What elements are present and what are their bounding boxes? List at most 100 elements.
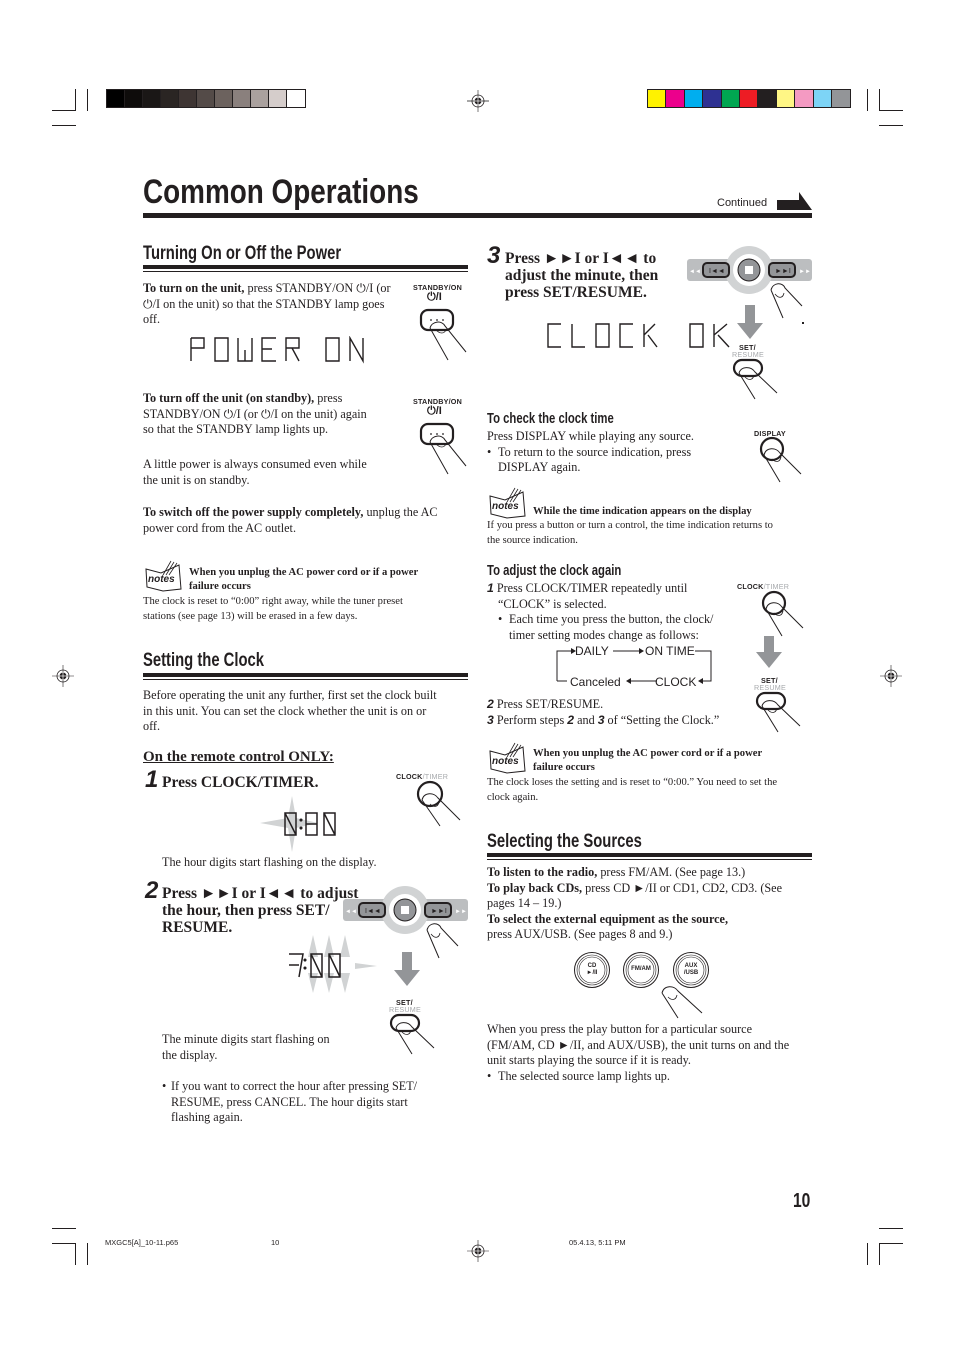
button-label: /USB bbox=[683, 970, 699, 976]
crop-mark bbox=[879, 110, 903, 111]
step-title: Press ►►I or I◄◄ to adjust the minute, t… bbox=[505, 250, 658, 301]
crop-mark bbox=[879, 1243, 880, 1265]
bullet-icon: • bbox=[498, 612, 503, 627]
turn-off-text: STANDBY/ON ⏻/I (or ⏻/I on the unit) agai… bbox=[143, 406, 367, 421]
footer-timestamp: 05.4.13, 5:11 PM bbox=[569, 1238, 626, 1247]
flashing-clock-display-0-00 bbox=[260, 796, 336, 852]
clock-timer-button-press-icon[interactable] bbox=[412, 780, 464, 828]
turn-on-paragraph: To turn on the unit, press STANDBY/ON ⏻/… bbox=[143, 281, 418, 328]
switch-off-lead: To switch off the power supply completel… bbox=[143, 505, 364, 519]
sources-play-line: When you press the play button for a par… bbox=[487, 1022, 752, 1036]
registration-mark-icon bbox=[467, 90, 489, 112]
notes-body-line: The clock is reset to “0:00” right away,… bbox=[143, 596, 403, 607]
adjust-again-steps-2-3: 2 Press SET/RESUME. 3 Perform steps 2 an… bbox=[487, 697, 747, 728]
down-arrow-icon bbox=[737, 305, 763, 339]
continued-arrow-icon bbox=[777, 192, 812, 210]
step-text: of “Setting the Clock.” bbox=[604, 712, 720, 727]
subheading-adjust-again: To adjust the clock again bbox=[487, 563, 622, 579]
bullet-line: Each time you press the button, the cloc… bbox=[509, 612, 714, 627]
display-button-press-icon[interactable] bbox=[756, 436, 808, 484]
turn-off-text: so that the STANDBY lamp lights up. bbox=[143, 422, 329, 437]
svg-text:►►I: ►►I bbox=[431, 908, 447, 915]
step-title-line: RESUME. bbox=[162, 919, 233, 936]
bullet-line: DISPLAY again. bbox=[498, 460, 581, 475]
adjust-again-steps: 1 Press CLOCK/TIMER repeatedly until “CL… bbox=[487, 581, 737, 643]
button-label: CD bbox=[587, 963, 597, 969]
section-rule-thin bbox=[143, 679, 468, 680]
step-ref: 3 bbox=[597, 712, 605, 727]
calibration-swatch bbox=[269, 90, 287, 107]
crop-mark bbox=[52, 1243, 76, 1244]
check-clock-text: Press DISPLAY while playing any source. … bbox=[487, 429, 747, 476]
svg-text:I◄◄: I◄◄ bbox=[709, 268, 725, 275]
fm-am-button[interactable]: FM/AM bbox=[622, 951, 660, 989]
power-symbol-icon: ⏻/I bbox=[427, 405, 442, 417]
crop-mark bbox=[52, 1228, 76, 1229]
crop-mark bbox=[75, 1243, 76, 1265]
svg-text:I◄◄: I◄◄ bbox=[365, 908, 381, 915]
calibration-swatch bbox=[776, 90, 796, 107]
cycle-mode-clock: CLOCK bbox=[655, 675, 697, 689]
calibration-swatch bbox=[795, 90, 814, 107]
notes-title: When you unplug the AC power cord or if … bbox=[189, 566, 418, 593]
calibration-swatch bbox=[758, 90, 777, 107]
cd-play-pause-button[interactable]: CD ►/II bbox=[573, 951, 611, 989]
svg-text:notes: notes bbox=[492, 501, 519, 512]
notes-title: While the time indication appears on the… bbox=[533, 506, 752, 517]
step-text: Press CLOCK/TIMER repeatedly until bbox=[496, 581, 688, 595]
crop-mark bbox=[879, 89, 880, 111]
turn-on-lead: To turn on the unit, bbox=[143, 281, 245, 295]
section-rule bbox=[143, 265, 468, 269]
turn-off-paragraph: To turn off the unit (on standby), press… bbox=[143, 391, 418, 438]
switch-off-paragraph: To switch off the power supply completel… bbox=[143, 505, 468, 536]
notes-body: If you press a button or turn a control,… bbox=[487, 519, 773, 548]
step-text: and bbox=[574, 712, 598, 727]
crop-mark bbox=[75, 89, 76, 111]
turn-on-text: off. bbox=[143, 312, 161, 327]
button-label: ►/II bbox=[586, 970, 598, 976]
down-arrow-icon bbox=[756, 636, 782, 668]
calibration-swatch bbox=[233, 90, 251, 107]
calibration-swatch bbox=[215, 90, 233, 107]
turn-on-text: press STANDBY/ON ⏻/I (or bbox=[244, 281, 391, 295]
section-heading-power: Turning On or Off the Power bbox=[143, 243, 342, 264]
bullet-icon: • bbox=[487, 444, 492, 459]
sources-text: press FM/AM. (See page 13.) bbox=[597, 865, 746, 879]
step-title-line: press SET/RESUME. bbox=[505, 284, 647, 301]
button-label: FM/AM bbox=[631, 966, 651, 972]
step-title: Press CLOCK/TIMER. bbox=[162, 774, 319, 791]
calibration-swatch bbox=[197, 90, 215, 107]
title-rule bbox=[143, 213, 812, 218]
bullet-line: To return to the source indication, pres… bbox=[498, 444, 692, 459]
clock-intro-line: Before operating the unit any further, f… bbox=[143, 688, 437, 702]
calibration-swatch bbox=[813, 90, 832, 107]
step-title-line: Press ►►I or I◄◄ to adjust bbox=[162, 885, 359, 902]
section-rule bbox=[487, 853, 812, 857]
footer-filename: MXGC5[A]_10-11.p65 bbox=[105, 1238, 179, 1247]
notes-title-line: When you unplug the AC power cord or if … bbox=[533, 748, 763, 759]
set-resume-button-press-icon[interactable] bbox=[388, 1012, 440, 1056]
svg-text:◄◄: ◄◄ bbox=[689, 269, 701, 275]
crop-mark bbox=[87, 89, 88, 111]
step-ref: 2 bbox=[567, 712, 575, 727]
sources-text: press AUX/USB. (See pages 8 and 9.) bbox=[487, 927, 673, 942]
remote-only-label: On the remote control ONLY: bbox=[143, 749, 334, 765]
standby-button-press-icon[interactable] bbox=[418, 420, 470, 476]
clock-timer-button-press-icon[interactable] bbox=[758, 590, 810, 638]
notes-body: The clock loses the setting and is reset… bbox=[487, 776, 777, 805]
svg-text:►►I: ►►I bbox=[775, 268, 791, 275]
stray-dot bbox=[802, 322, 804, 324]
standby-note-text: A little power is always consumed even w… bbox=[143, 457, 367, 471]
notes-body-line: If you press a button or turn a control,… bbox=[487, 520, 773, 531]
standby-button-press-icon[interactable] bbox=[418, 306, 470, 362]
crop-mark bbox=[867, 1243, 868, 1265]
sources-play-line: unit starts playing the source if it is … bbox=[487, 1053, 691, 1068]
set-resume-button-press-icon[interactable] bbox=[754, 690, 806, 734]
step-bullet: • If you want to correct the hour after … bbox=[162, 1079, 462, 1126]
bullet-line: If you want to correct the hour after pr… bbox=[171, 1079, 418, 1093]
set-resume-button-press-icon[interactable] bbox=[731, 357, 783, 401]
notes-icon: notes bbox=[145, 560, 182, 592]
step-title-line: the hour, then press SET/ bbox=[162, 902, 330, 919]
crop-mark bbox=[87, 1243, 88, 1265]
registration-mark-icon bbox=[52, 665, 74, 687]
